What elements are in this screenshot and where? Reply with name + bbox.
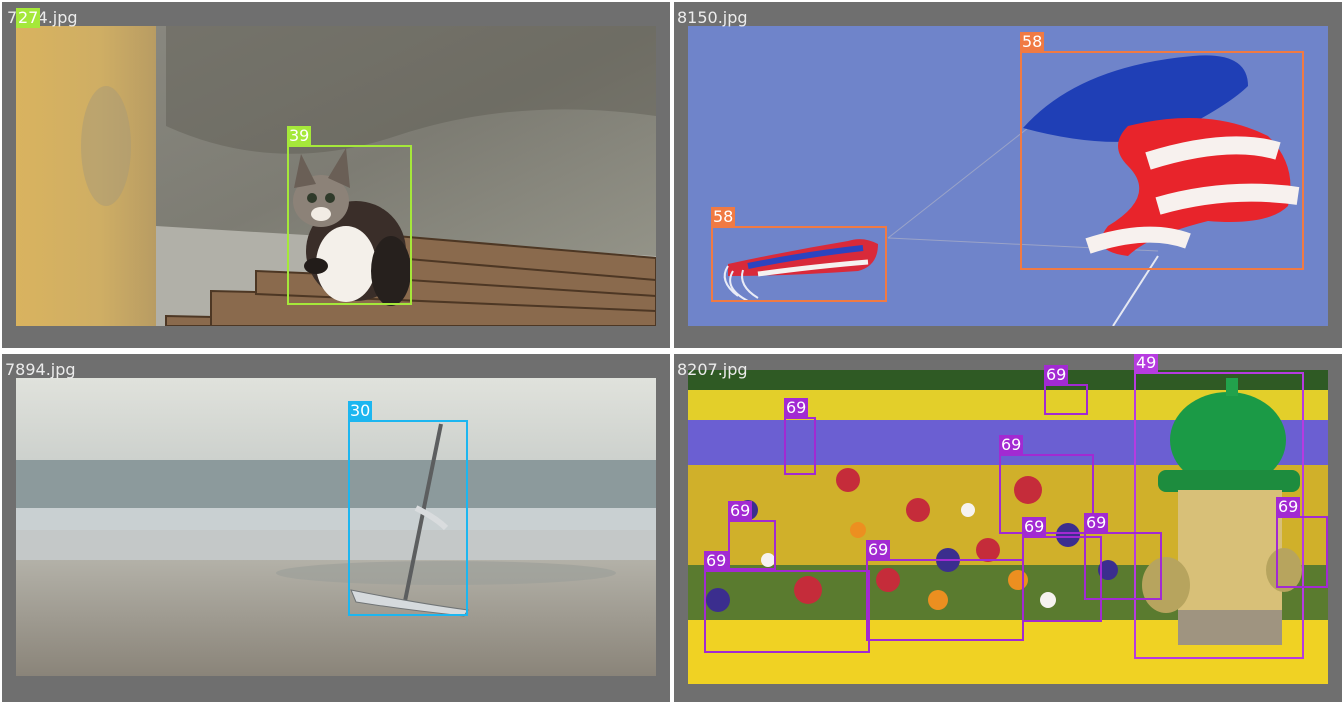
detection-label: 69 (1044, 365, 1069, 385)
detection-label: 58 (711, 207, 736, 227)
detection-box-potted-plant: 69 (1044, 365, 1088, 415)
detection-box-kite-large: 58 (1020, 32, 1304, 270)
detection-box-potted-plant: 69 (704, 551, 870, 653)
detection-box-potted-plant: 69 (999, 435, 1094, 534)
detection-label: 69 (784, 398, 809, 418)
beach-photo-illustration (16, 378, 656, 676)
detection-box-potted-plant: 69 (1084, 513, 1162, 600)
detection-label: 69 (1084, 513, 1109, 533)
detection-label: 69 (866, 540, 891, 560)
detection-box-potted-plant: 69 (784, 398, 816, 475)
detection-box-boat: 30 (348, 401, 468, 616)
photo (16, 378, 656, 676)
detection-label: 69 (704, 551, 729, 571)
class-id: 27 (18, 8, 39, 27)
class-label-overlay: 27 (16, 8, 41, 28)
image-tile-4: 8207.jpg 69 49 69 69 69 69 69 69 69 69 6… (674, 354, 1342, 702)
image-tile-3: 7894.jpg 30 (2, 354, 670, 702)
filename-label: 7894.jpg (5, 360, 76, 379)
detection-label: 30 (348, 401, 373, 421)
detection-label: 69 (728, 501, 753, 521)
detection-box-potted-plant: 69 (728, 501, 776, 570)
detection-label: 69 (1022, 517, 1047, 537)
detection-box-cat: 39 (287, 126, 412, 305)
detection-box-potted-plant: 69 (866, 540, 1024, 641)
detection-label: 69 (1276, 497, 1301, 517)
detection-label: 39 (287, 126, 312, 146)
detection-box-kite-small: 58 (711, 207, 887, 302)
detection-label: 49 (1134, 354, 1159, 373)
image-tile-1: 7274.jpg 27 39 (2, 2, 670, 348)
filename-label: 8207.jpg (677, 360, 748, 379)
detection-label: 69 (999, 435, 1024, 455)
detection-box-potted-plant: 69 (1276, 497, 1328, 588)
image-tile-2: 8150.jpg 58 58 (674, 2, 1342, 348)
detection-label: 58 (1020, 32, 1045, 52)
filename-label: 8150.jpg (677, 8, 748, 27)
